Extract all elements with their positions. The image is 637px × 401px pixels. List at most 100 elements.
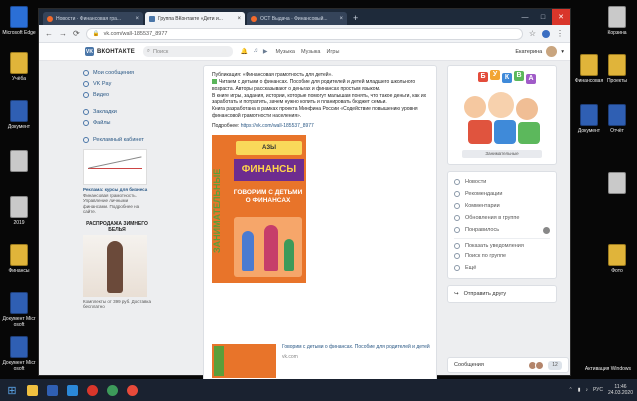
chrome-icon[interactable] [104, 382, 120, 398]
close-window-button[interactable]: ✕ [552, 9, 570, 25]
new-tab-button[interactable]: + [349, 12, 362, 25]
desktop-icon[interactable]: Корзина [600, 6, 634, 36]
post-intro: Публикация: «Финансовая грамотность для … [212, 72, 333, 78]
filter-item[interactable]: Понравилось [454, 224, 550, 236]
nav-item[interactable]: VK Pay [83, 78, 151, 89]
desktop-icon[interactable]: Документ [572, 104, 606, 134]
nav-item[interactable]: Файлы [83, 117, 151, 128]
nav-item-ads[interactable]: Рекламный кабинет [83, 134, 151, 145]
windows-start-icon[interactable]: ⊞ [4, 382, 20, 398]
desktop-icon[interactable]: Учёба [2, 52, 36, 82]
music-icon[interactable]: ♫ [253, 48, 258, 55]
trash-icon [608, 6, 626, 28]
taskbar: ⊞ ⌃ ▮ ♪ РУС 11:46 24.03.2020 [0, 379, 637, 401]
back-icon[interactable]: ← [45, 29, 53, 38]
window-controls: — □ ✕ [516, 9, 570, 25]
related-attachment[interactable]: Говорим с детьми о финансах. Пособие для… [212, 344, 430, 378]
kids-illustration: Б У К В А [458, 70, 546, 148]
word-taskbar-icon[interactable] [44, 382, 60, 398]
bell-icon[interactable]: 🔔 [241, 48, 248, 55]
wallet-icon [83, 80, 89, 87]
close-tab-icon[interactable]: × [135, 16, 139, 22]
filter-item[interactable]: Новости [454, 176, 550, 188]
sidebar-ad[interactable]: РАСПРОДАЖА ЗИМНЕГО БЕЛЬЯ Комплекты от 39… [83, 221, 151, 310]
filter-item[interactable]: Рекомендации [454, 188, 550, 200]
checkmark-icon [212, 79, 217, 85]
search-input[interactable]: ⌕ Поиск [142, 46, 233, 57]
group-cover-card[interactable]: Б У К В А Занимательные [447, 65, 557, 165]
folder-icon [608, 54, 626, 76]
chevron-up-icon[interactable]: ⌃ [568, 387, 572, 393]
nav-item[interactable]: Видео [83, 89, 151, 100]
share-button[interactable]: ↪ Отправить другу [447, 285, 557, 303]
share-icon: ↪ [454, 291, 459, 297]
desktop-icon[interactable]: Финансовая [572, 54, 606, 84]
minimize-button[interactable]: — [516, 9, 534, 25]
filter-item[interactable]: Показать уведомления [454, 238, 550, 250]
desktop-icon[interactable]: Фото [600, 244, 634, 274]
news-icon [454, 179, 460, 185]
desktop-icon[interactable]: Microsoft Edge [2, 6, 36, 36]
post-text: Книга разработана в рамках проекта Минфи… [212, 106, 418, 119]
browser-tab[interactable]: ОСТ Выдача · Финансовый... × [247, 12, 347, 25]
nav-item[interactable]: Закладки [83, 106, 151, 117]
filter-item[interactable]: Обновления в группе [454, 212, 550, 224]
close-tab-icon[interactable]: × [339, 16, 343, 22]
page-content: Мои сообщения VK Pay Видео Закладки Файл… [39, 61, 570, 385]
yandex-icon[interactable] [124, 382, 140, 398]
toggle-indicator[interactable] [543, 226, 550, 234]
nav-item[interactable]: Мои сообщения [83, 67, 151, 78]
explorer-icon[interactable] [24, 382, 40, 398]
site-favicon-icon [47, 15, 53, 22]
filter-item[interactable]: Ещё [454, 262, 550, 274]
desktop-icon[interactable]: Документ Microsoft [2, 292, 36, 328]
vk-logo[interactable]: VK ВКОНТАКТЕ [85, 47, 135, 56]
desktop-icon[interactable] [600, 172, 634, 196]
store-icon[interactable] [64, 382, 80, 398]
browser-tab[interactable]: Новости · Финансовая гра... × [43, 12, 143, 25]
file-icon [10, 196, 28, 218]
word-icon [10, 100, 28, 122]
browser-tab-active[interactable]: Группа ВКонтакте «Дети и... × [145, 12, 245, 25]
star-icon [454, 191, 460, 197]
desktop-icon[interactable]: Финансы [2, 244, 36, 274]
update-icon [454, 215, 460, 221]
comment-icon [454, 203, 460, 209]
post-link-row: Подробнее: https://vk.com/wall-185537_89… [212, 123, 314, 130]
header-icons: 🔔 ♫ ▶ [241, 48, 268, 55]
filter-item[interactable]: Поиск по группе [454, 250, 550, 262]
header-link[interactable]: Музыка [276, 49, 295, 55]
desktop-icon[interactable]: Документ Microsoft [2, 336, 36, 372]
word-icon [580, 104, 598, 126]
chat-bar[interactable]: Сообщения 12 [447, 357, 569, 373]
user-menu[interactable]: Екатерина ▾ [515, 46, 564, 57]
video-icon [83, 91, 89, 98]
desktop-icon[interactable]: 2019 [2, 196, 36, 226]
desktop-icon[interactable] [2, 150, 36, 174]
book-cover-image[interactable]: ЗАНИМАТЕЛЬНЫЕ АЗЫ ФИНАНСЫ ГОВОРИМ С ДЕТЬ… [212, 135, 306, 284]
desktop-icon[interactable]: Документ [2, 100, 36, 130]
post-link[interactable]: https://vk.com/wall-185537_8977 [241, 123, 314, 129]
document-icon [10, 6, 28, 28]
extension-icon[interactable] [542, 29, 550, 38]
browser-window: Новости · Финансовая гра... × Группа ВКон… [38, 8, 571, 385]
menu-dots-icon[interactable]: ⋮ [556, 29, 564, 38]
post-text: В книге игры, задания, истории, которые … [212, 92, 427, 106]
opera-icon[interactable] [84, 382, 100, 398]
header-link[interactable]: Музыка [301, 49, 320, 55]
reload-icon[interactable]: ⟳ [73, 29, 80, 38]
sidebar-ad[interactable]: Реклама: курсы для бизнеса Финансовая гр… [83, 149, 151, 215]
avatar [546, 46, 558, 57]
play-icon[interactable]: ▶ [263, 48, 268, 55]
maximize-button[interactable]: □ [534, 9, 552, 25]
language-indicator[interactable]: РУС [593, 387, 603, 393]
clock[interactable]: 11:46 24.03.2020 [608, 384, 633, 396]
network-icon[interactable]: ▮ [578, 387, 581, 393]
filter-item[interactable]: Комментарии [454, 200, 550, 212]
bookmark-star-icon[interactable]: ☆ [529, 29, 536, 38]
close-tab-icon[interactable]: × [237, 16, 241, 22]
volume-icon[interactable]: ♪ [585, 387, 588, 393]
header-link[interactable]: Игры [326, 49, 339, 55]
url-field[interactable]: 🔒 vk.com/wall-185537_8977 [85, 27, 523, 40]
forward-icon[interactable]: → [59, 29, 67, 38]
